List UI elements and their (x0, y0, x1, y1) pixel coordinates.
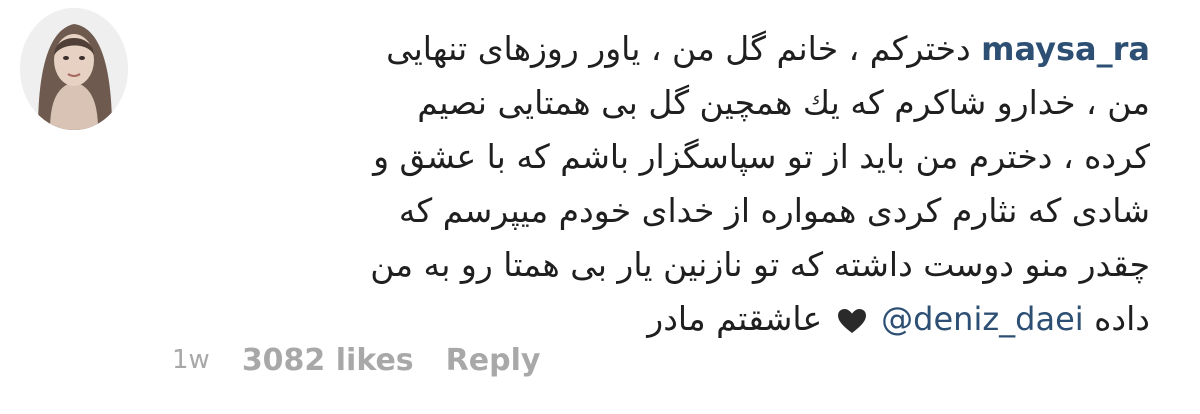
mention-link[interactable]: @deniz_daei (881, 300, 1083, 338)
comment-line: من ، خدارو شاکرم که یك همچین گل بی همتای… (417, 83, 1150, 122)
likes-count[interactable]: 3082 likes (242, 343, 414, 378)
avatar-image (20, 8, 128, 130)
profile-avatar[interactable] (20, 8, 128, 130)
comment-line: شادی که نثارم کردی همواره از خدای خودم م… (398, 191, 1150, 230)
comment-line-text: داده (1094, 299, 1150, 338)
comment-line: maysa_ra دخترکم ، خانم گل من ، یاور روزه… (150, 22, 1150, 76)
comment-line: کرده ، دخترم من باید از تو سپاسگزار باشم… (373, 137, 1150, 176)
comment-meta: 1w 3082 likes Reply (172, 338, 540, 382)
username-link[interactable]: maysa_ra (981, 30, 1150, 68)
comment-line-text: عاشقتم مادر (647, 299, 823, 338)
reply-button[interactable]: Reply (446, 343, 541, 378)
comment-line: چقدر منو دوست داشته که تو نازنین یار بی … (370, 245, 1150, 284)
black-heart-icon (837, 308, 867, 334)
comment: maysa_ra دخترکم ، خانم گل من ، یاور روزه… (0, 0, 1200, 414)
timestamp: 1w (172, 345, 210, 375)
comment-line-text: دخترکم ، خانم گل من ، یاور روزهای تنهایی (386, 29, 971, 68)
comment-text: maysa_ra دخترکم ، خانم گل من ، یاور روزه… (150, 22, 1150, 346)
